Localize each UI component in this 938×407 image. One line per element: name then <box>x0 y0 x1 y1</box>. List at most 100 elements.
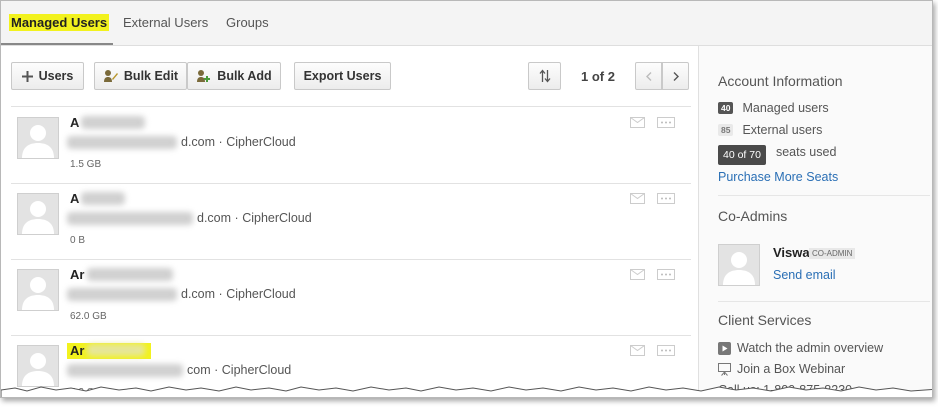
user-avatar-icon <box>17 269 59 311</box>
panel-divider <box>718 301 930 302</box>
co-admins-heading: Co-Admins <box>718 208 788 224</box>
row-actions <box>630 191 675 209</box>
plus-icon <box>21 70 33 82</box>
user-row[interactable]: A d.com · CipherCloud 0 B <box>11 185 691 261</box>
user-name[interactable]: A <box>70 191 79 206</box>
storage-used: 1.5 GB <box>70 159 102 170</box>
mail-icon[interactable] <box>630 115 645 133</box>
send-email-link[interactable]: Send email <box>773 268 836 282</box>
chevron-left-icon <box>645 71 652 81</box>
user-email-suffix: com <box>187 363 211 377</box>
row-actions <box>630 343 675 361</box>
user-row[interactable]: A d.com · CipherCloud 1.5 GB <box>11 109 691 185</box>
join-webinar-label: Join a Box Webinar <box>737 362 846 376</box>
user-company: CipherCloud <box>226 135 296 149</box>
torn-edge-decoration <box>1 386 932 397</box>
more-options-icon[interactable] <box>657 191 675 209</box>
co-admin-name[interactable]: Viswa <box>773 245 810 260</box>
storage-used: 0 B <box>70 235 86 246</box>
seats-label: seats used <box>775 145 837 159</box>
managed-count-badge: 40 <box>718 102 734 114</box>
user-name[interactable]: Ar <box>70 343 84 358</box>
sort-button[interactable] <box>528 62 561 90</box>
add-users-button[interactable]: Users <box>11 62 84 90</box>
external-users-label: External users <box>742 123 823 137</box>
watch-overview-link[interactable]: Watch the admin overview <box>718 341 883 355</box>
user-avatar-icon <box>17 117 59 159</box>
mail-icon[interactable] <box>630 267 645 285</box>
sort-icon <box>539 69 551 83</box>
co-admin-role-badge: CO-ADMIN <box>809 248 856 259</box>
mail-icon[interactable] <box>630 191 645 209</box>
seats-badge: 40 of 70 <box>718 145 766 165</box>
user-avatar-icon <box>17 345 59 387</box>
redacted-name <box>81 116 145 129</box>
managed-users-stat: 40 Managed users <box>718 101 829 115</box>
bulk-edit-button[interactable]: Bulk Edit <box>94 62 187 90</box>
managed-users-label: Managed users <box>742 101 829 115</box>
bulk-add-icon <box>196 69 211 83</box>
user-name[interactable]: A <box>70 115 79 130</box>
more-options-icon[interactable] <box>657 267 675 285</box>
more-options-icon[interactable] <box>657 115 675 133</box>
bulk-add-button[interactable]: Bulk Add <box>187 62 281 90</box>
redacted-email <box>67 364 183 377</box>
user-email-line: d.com · CipherCloud <box>181 287 296 301</box>
purchase-seats-link[interactable]: Purchase More Seats <box>718 170 838 184</box>
video-play-icon <box>718 341 731 355</box>
presentation-icon <box>718 362 731 376</box>
list-divider <box>11 106 691 107</box>
redacted-email <box>67 288 177 301</box>
seats-stat: 40 of 70 seats used <box>718 145 836 165</box>
redacted-name <box>87 344 145 356</box>
add-users-label: Users <box>38 69 74 83</box>
user-email-suffix: d.com <box>181 135 216 149</box>
user-row[interactable]: Ar d.com · CipherCloud 62.0 GB <box>11 261 691 337</box>
next-page-button[interactable] <box>662 62 689 90</box>
user-company: CipherCloud <box>221 363 292 377</box>
user-email-suffix: d.com <box>181 287 216 301</box>
user-email-line: d.com · CipherCloud <box>197 211 312 225</box>
join-webinar-link[interactable]: Join a Box Webinar <box>718 362 845 376</box>
external-users-stat: 85 External users <box>718 123 822 137</box>
bulk-edit-label: Bulk Edit <box>123 69 179 83</box>
prev-page-button[interactable] <box>635 62 662 90</box>
separator-dot: · <box>218 135 223 149</box>
admin-console-window: Managed Users External Users Groups User… <box>0 0 933 398</box>
more-options-icon[interactable] <box>657 343 675 361</box>
separator-dot: · <box>234 211 239 225</box>
user-name[interactable]: Ar <box>70 267 84 282</box>
redacted-name <box>87 268 173 281</box>
storage-used: 62.0 GB <box>70 311 107 322</box>
mail-icon[interactable] <box>630 343 645 361</box>
user-email-line: d.com · CipherCloud <box>181 135 296 149</box>
page-indicator: 1 of 2 <box>581 69 615 84</box>
tab-bar: Managed Users External Users Groups <box>1 1 932 46</box>
panel-divider <box>718 195 930 196</box>
sidebar-panel: Account Information 40 Managed users 85 … <box>698 46 932 397</box>
user-email-line: com · CipherCloud <box>187 363 291 377</box>
bulk-edit-icon <box>103 69 118 83</box>
account-info-heading: Account Information <box>718 73 843 89</box>
external-count-badge: 85 <box>718 124 734 136</box>
tab-groups[interactable]: Groups <box>226 15 269 30</box>
redacted-email <box>67 136 177 149</box>
separator-dot: · <box>218 287 223 301</box>
export-users-button[interactable]: Export Users <box>294 62 391 90</box>
bulk-add-label: Bulk Add <box>217 69 272 83</box>
tab-external-users[interactable]: External Users <box>123 15 208 30</box>
redacted-email <box>67 212 193 225</box>
row-actions <box>630 267 675 285</box>
redacted-name <box>81 192 125 205</box>
chevron-right-icon <box>673 71 679 81</box>
co-admin-avatar-icon <box>718 244 760 286</box>
user-company: CipherCloud <box>242 211 312 225</box>
active-tab-indicator <box>1 43 113 45</box>
user-company: CipherCloud <box>226 287 296 301</box>
client-services-heading: Client Services <box>718 312 812 328</box>
separator-dot: · <box>214 363 219 377</box>
user-email-suffix: d.com <box>197 211 232 225</box>
tab-managed-users[interactable]: Managed Users <box>9 14 110 31</box>
row-actions <box>630 115 675 133</box>
watch-overview-label: Watch the admin overview <box>737 341 884 355</box>
